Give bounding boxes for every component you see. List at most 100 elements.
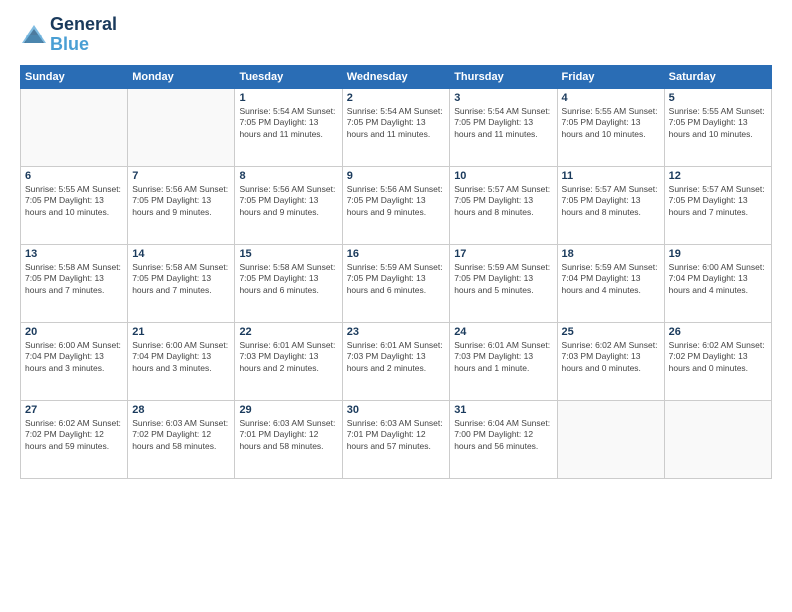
day-number: 8 [239,170,337,182]
day-detail: Sunrise: 6:04 AM Sunset: 7:00 PM Dayligh… [454,418,552,452]
calendar-day-cell: 8Sunrise: 5:56 AM Sunset: 7:05 PM Daylig… [235,166,342,244]
calendar-day-cell: 28 Sunrise: 6:03 AM Sunset: 7:02 PM Dayli… [128,400,235,478]
day-detail: Sunrise: 5:56 AM Sunset: 7:05 PM Dayligh… [132,184,230,218]
day-detail: Sunrise: 6:02 AM Sunset: 7:02 PM Dayligh… [25,418,123,452]
calendar-day-cell: 20 Sunrise: 6:00 AM Sunset: 7:04 PM Dayli… [21,322,128,400]
day-number: 17 [454,248,552,260]
calendar-day-cell: 13 Sunrise: 5:58 AM Sunset: 7:05 PM Dayli… [21,244,128,322]
day-number: 15 [239,248,337,260]
day-number: 11 [562,170,660,182]
day-detail: Sunrise: 6:00 AM Sunset: 7:04 PM Dayligh… [25,340,123,374]
calendar-day-cell: 4Sunrise: 5:55 AM Sunset: 7:05 PM Daylig… [557,88,664,166]
calendar-day-cell: 24 Sunrise: 6:01 AM Sunset: 7:03 PM Dayli… [450,322,557,400]
day-number: 13 [25,248,123,260]
day-detail: Sunrise: 5:54 AM Sunset: 7:05 PM Dayligh… [454,106,552,140]
weekday-header: Tuesday [235,65,342,88]
day-detail: Sunrise: 6:03 AM Sunset: 7:01 PM Dayligh… [347,418,445,452]
logo-icon [20,21,48,49]
calendar-day-cell: 26 Sunrise: 6:02 AM Sunset: 7:02 PM Dayli… [664,322,771,400]
day-detail: Sunrise: 5:59 AM Sunset: 7:05 PM Dayligh… [454,262,552,296]
day-number: 29 [239,404,337,416]
calendar-day-cell: 18 Sunrise: 5:59 AM Sunset: 7:04 PM Dayli… [557,244,664,322]
weekday-header: Friday [557,65,664,88]
day-detail: Sunrise: 5:59 AM Sunset: 7:05 PM Dayligh… [347,262,445,296]
day-detail: Sunrise: 5:56 AM Sunset: 7:05 PM Dayligh… [347,184,445,218]
day-detail: Sunrise: 5:54 AM Sunset: 7:05 PM Dayligh… [239,106,337,140]
day-detail: Sunrise: 6:03 AM Sunset: 7:02 PM Dayligh… [132,418,230,452]
logo: GeneralBlue [20,15,117,55]
day-number: 10 [454,170,552,182]
day-number: 31 [454,404,552,416]
calendar-header-row: SundayMondayTuesdayWednesdayThursdayFrid… [21,65,772,88]
day-number: 23 [347,326,445,338]
day-number: 6 [25,170,123,182]
calendar-week-row: 20 Sunrise: 6:00 AM Sunset: 7:04 PM Dayli… [21,322,772,400]
weekday-header: Sunday [21,65,128,88]
calendar-day-cell: 21 Sunrise: 6:00 AM Sunset: 7:04 PM Dayli… [128,322,235,400]
calendar-day-cell: 29Sunrise: 6:03 AM Sunset: 7:01 PM Dayli… [235,400,342,478]
page-header: GeneralBlue [20,15,772,55]
day-detail: Sunrise: 6:02 AM Sunset: 7:03 PM Dayligh… [562,340,660,374]
weekday-header: Wednesday [342,65,449,88]
day-detail: Sunrise: 5:58 AM Sunset: 7:05 PM Dayligh… [132,262,230,296]
day-detail: Sunrise: 6:00 AM Sunset: 7:04 PM Dayligh… [669,262,767,296]
day-detail: Sunrise: 5:55 AM Sunset: 7:05 PM Dayligh… [25,184,123,218]
day-number: 22 [239,326,337,338]
day-detail: Sunrise: 5:57 AM Sunset: 7:05 PM Dayligh… [562,184,660,218]
day-detail: Sunrise: 6:00 AM Sunset: 7:04 PM Dayligh… [132,340,230,374]
calendar-day-cell: 10Sunrise: 5:57 AM Sunset: 7:05 PM Dayli… [450,166,557,244]
calendar-week-row: 6 Sunrise: 5:55 AM Sunset: 7:05 PM Daylig… [21,166,772,244]
day-number: 2 [347,92,445,104]
calendar-day-cell [557,400,664,478]
day-detail: Sunrise: 6:01 AM Sunset: 7:03 PM Dayligh… [454,340,552,374]
calendar-day-cell: 3Sunrise: 5:54 AM Sunset: 7:05 PM Daylig… [450,88,557,166]
day-number: 14 [132,248,230,260]
day-number: 20 [25,326,123,338]
day-detail: Sunrise: 6:01 AM Sunset: 7:03 PM Dayligh… [347,340,445,374]
calendar-week-row: 13 Sunrise: 5:58 AM Sunset: 7:05 PM Dayli… [21,244,772,322]
day-number: 19 [669,248,767,260]
calendar-week-row: 27Sunrise: 6:02 AM Sunset: 7:02 PM Dayli… [21,400,772,478]
calendar-week-row: 1 Sunrise: 5:54 AM Sunset: 7:05 PM Daylig… [21,88,772,166]
logo-text: GeneralBlue [50,15,117,55]
day-number: 25 [562,326,660,338]
calendar-day-cell: 1 Sunrise: 5:54 AM Sunset: 7:05 PM Daylig… [235,88,342,166]
calendar-day-cell: 15Sunrise: 5:58 AM Sunset: 7:05 PM Dayli… [235,244,342,322]
calendar-day-cell: 9 Sunrise: 5:56 AM Sunset: 7:05 PM Daylig… [342,166,449,244]
day-detail: Sunrise: 5:54 AM Sunset: 7:05 PM Dayligh… [347,106,445,140]
day-detail: Sunrise: 5:59 AM Sunset: 7:04 PM Dayligh… [562,262,660,296]
calendar-day-cell: 30Sunrise: 6:03 AM Sunset: 7:01 PM Dayli… [342,400,449,478]
day-number: 12 [669,170,767,182]
calendar-day-cell: 14 Sunrise: 5:58 AM Sunset: 7:05 PM Dayli… [128,244,235,322]
day-detail: Sunrise: 6:01 AM Sunset: 7:03 PM Dayligh… [239,340,337,374]
day-detail: Sunrise: 6:02 AM Sunset: 7:02 PM Dayligh… [669,340,767,374]
calendar-day-cell: 11 Sunrise: 5:57 AM Sunset: 7:05 PM Dayli… [557,166,664,244]
calendar-day-cell: 17 Sunrise: 5:59 AM Sunset: 7:05 PM Dayli… [450,244,557,322]
calendar-day-cell [21,88,128,166]
calendar-day-cell: 2 Sunrise: 5:54 AM Sunset: 7:05 PM Daylig… [342,88,449,166]
day-detail: Sunrise: 5:57 AM Sunset: 7:05 PM Dayligh… [669,184,767,218]
day-number: 24 [454,326,552,338]
calendar-day-cell: 25 Sunrise: 6:02 AM Sunset: 7:03 PM Dayli… [557,322,664,400]
day-number: 26 [669,326,767,338]
calendar-day-cell: 31 Sunrise: 6:04 AM Sunset: 7:00 PM Dayli… [450,400,557,478]
day-number: 21 [132,326,230,338]
calendar-day-cell: 27Sunrise: 6:02 AM Sunset: 7:02 PM Dayli… [21,400,128,478]
day-number: 18 [562,248,660,260]
day-number: 1 [239,92,337,104]
weekday-header: Thursday [450,65,557,88]
calendar-day-cell: 23 Sunrise: 6:01 AM Sunset: 7:03 PM Dayli… [342,322,449,400]
day-number: 4 [562,92,660,104]
day-detail: Sunrise: 5:58 AM Sunset: 7:05 PM Dayligh… [25,262,123,296]
calendar-day-cell: 16Sunrise: 5:59 AM Sunset: 7:05 PM Dayli… [342,244,449,322]
weekday-header: Monday [128,65,235,88]
weekday-header: Saturday [664,65,771,88]
calendar-day-cell [128,88,235,166]
calendar-day-cell: 19 Sunrise: 6:00 AM Sunset: 7:04 PM Dayli… [664,244,771,322]
day-number: 5 [669,92,767,104]
calendar-table: SundayMondayTuesdayWednesdayThursdayFrid… [20,65,772,479]
day-number: 9 [347,170,445,182]
day-number: 28 [132,404,230,416]
calendar-day-cell: 22 Sunrise: 6:01 AM Sunset: 7:03 PM Dayli… [235,322,342,400]
calendar-day-cell: 5Sunrise: 5:55 AM Sunset: 7:05 PM Daylig… [664,88,771,166]
